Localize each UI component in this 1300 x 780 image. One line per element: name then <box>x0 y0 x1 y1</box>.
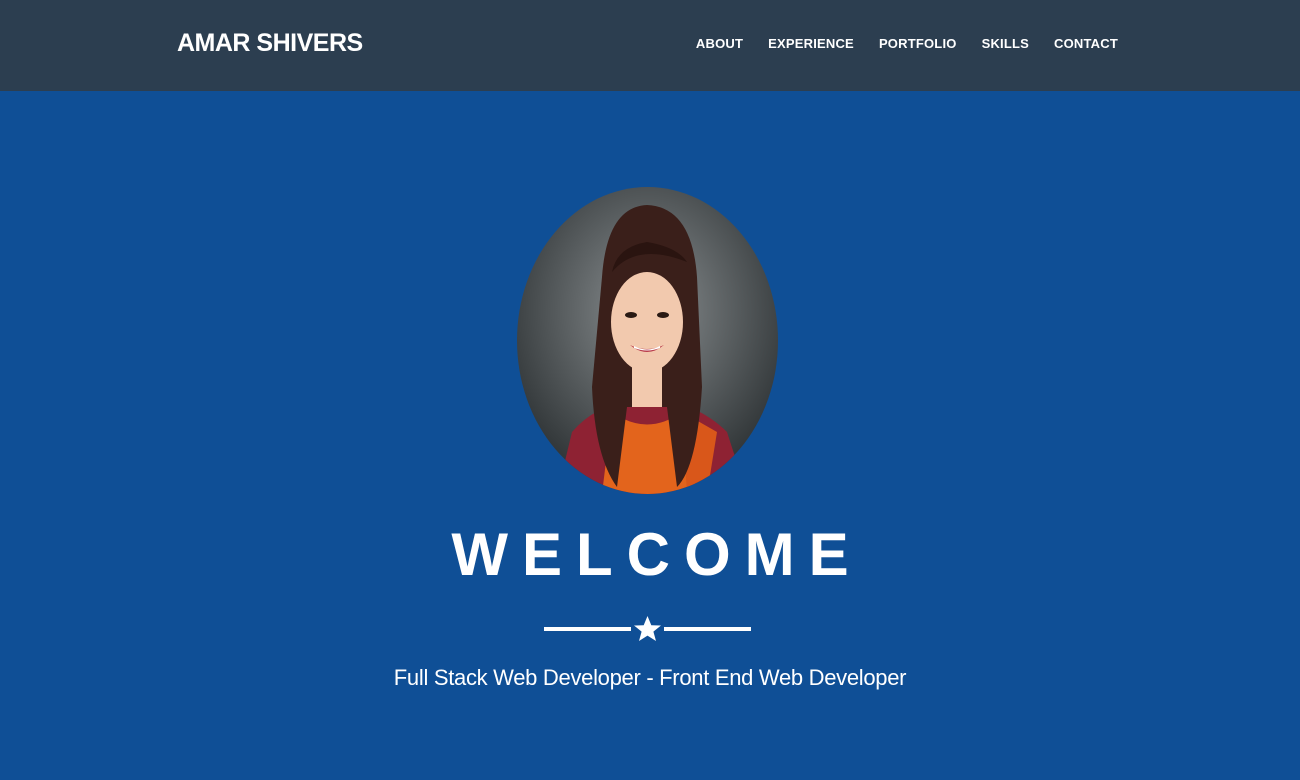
nav-menu: ABOUT EXPERIENCE PORTFOLIO SKILLS CONTAC… <box>0 36 1118 51</box>
nav-link-contact[interactable]: CONTACT <box>1054 36 1118 51</box>
navbar: AMAR SHIVERS ABOUT EXPERIENCE PORTFOLIO … <box>0 0 1300 91</box>
nav-link-experience[interactable]: EXPERIENCE <box>768 36 854 51</box>
profile-photo <box>517 187 778 494</box>
star-icon <box>634 616 661 641</box>
nav-link-about[interactable]: ABOUT <box>696 36 743 51</box>
hero-heading: WELCOME <box>451 521 863 588</box>
nav-link-portfolio[interactable]: PORTFOLIO <box>879 36 957 51</box>
hero-subtitle: Full Stack Web Developer - Front End Web… <box>393 665 907 690</box>
nav-link-skills[interactable]: SKILLS <box>982 36 1029 51</box>
star-divider <box>544 616 751 641</box>
